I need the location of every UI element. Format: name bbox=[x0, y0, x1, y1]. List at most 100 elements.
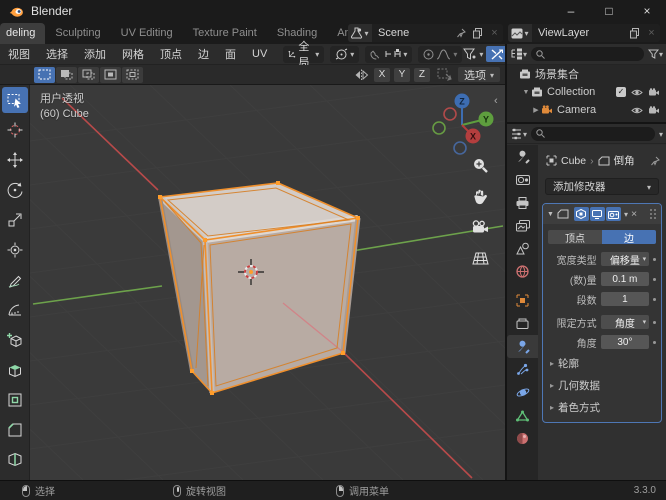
scene-browse-button[interactable] bbox=[348, 24, 372, 42]
gizmo-z-neg[interactable] bbox=[453, 141, 467, 155]
mirror-z-button[interactable]: Z bbox=[413, 67, 430, 82]
pivot-point-dropdown[interactable] bbox=[330, 45, 360, 63]
zoom-view-button[interactable] bbox=[468, 153, 492, 177]
sidebar-collapse-chevron[interactable]: ‹ bbox=[494, 95, 498, 107]
viewlayer-name-field[interactable]: ViewLayer bbox=[532, 24, 626, 42]
proportional-editing-controls[interactable] bbox=[418, 45, 463, 63]
toggle-perspective-button[interactable] bbox=[468, 246, 492, 270]
options-dropdown[interactable]: 选项 bbox=[457, 67, 500, 82]
tool-annotate[interactable] bbox=[1, 267, 28, 293]
tab-tool-properties[interactable] bbox=[507, 145, 538, 168]
animate-dot[interactable] bbox=[653, 297, 656, 301]
eye-icon[interactable] bbox=[631, 106, 643, 115]
menu-uv[interactable]: UV bbox=[244, 48, 275, 60]
menu-view[interactable]: 视图 bbox=[0, 46, 38, 62]
viewport-3d[interactable]: 用户透视 (60) Cube Z Y X ‹ bbox=[0, 85, 505, 480]
animate-dot[interactable] bbox=[653, 340, 656, 344]
tab-particle-properties[interactable] bbox=[507, 358, 538, 381]
menu-add[interactable]: 添加 bbox=[76, 46, 114, 62]
pin-icon[interactable] bbox=[650, 156, 660, 166]
menu-edge[interactable]: 边 bbox=[190, 46, 217, 62]
tool-select-box[interactable] bbox=[1, 87, 28, 113]
tool-move[interactable] bbox=[1, 147, 28, 173]
tool-extrude-region[interactable] bbox=[1, 357, 28, 383]
tab-shading[interactable]: Shading bbox=[267, 23, 327, 44]
menu-face[interactable]: 面 bbox=[217, 46, 244, 62]
tab-physics-properties[interactable] bbox=[507, 381, 538, 404]
affect-vertices-button[interactable]: 顶点 bbox=[548, 230, 602, 245]
maximize-button[interactable]: □ bbox=[590, 0, 628, 22]
new-viewlayer-icon[interactable] bbox=[626, 24, 643, 42]
menu-vertex[interactable]: 顶点 bbox=[152, 46, 190, 62]
select-mode-subtract-button[interactable] bbox=[78, 66, 99, 83]
amount-field[interactable]: 0.1 m bbox=[600, 272, 650, 286]
affect-edges-button[interactable]: 边 bbox=[602, 230, 656, 245]
tool-add-cube[interactable] bbox=[1, 327, 28, 353]
show-gizmo-icon[interactable] bbox=[462, 48, 476, 61]
mirror-x-button[interactable]: X bbox=[373, 67, 390, 82]
tool-transform[interactable] bbox=[1, 237, 28, 263]
tab-sculpting[interactable]: Sculpting bbox=[45, 23, 110, 44]
tool-loop-cut[interactable] bbox=[1, 447, 28, 473]
tab-output-properties[interactable] bbox=[507, 191, 538, 214]
menu-mesh[interactable]: 网格 bbox=[114, 46, 152, 62]
pan-view-button[interactable] bbox=[468, 184, 492, 208]
snapping-controls[interactable] bbox=[365, 45, 413, 63]
scene-name-field[interactable]: Scene bbox=[372, 24, 452, 42]
tab-viewlayer-properties[interactable] bbox=[507, 214, 538, 237]
tool-3d-cursor[interactable] bbox=[1, 117, 28, 143]
editor-type-outliner-icon[interactable] bbox=[510, 48, 523, 60]
tab-object-properties[interactable] bbox=[507, 289, 538, 312]
transform-orientation-dropdown[interactable]: 全局 bbox=[283, 41, 325, 69]
menu-select[interactable]: 选择 bbox=[38, 46, 76, 62]
outliner-row-camera[interactable]: ▶ Camera bbox=[507, 101, 666, 119]
section-profile[interactable]: 轮廓 bbox=[550, 356, 656, 371]
close-button[interactable]: × bbox=[628, 0, 666, 22]
pin-icon[interactable] bbox=[452, 24, 469, 42]
tool-measure[interactable] bbox=[1, 297, 28, 323]
modifier-close-icon[interactable]: × bbox=[631, 208, 637, 220]
unlink-scene-icon[interactable] bbox=[486, 24, 503, 42]
camera-restrict-icon[interactable] bbox=[648, 105, 660, 115]
outliner-row-scene-collection[interactable]: 场景集合 bbox=[507, 65, 666, 83]
properties-search-input[interactable] bbox=[531, 126, 655, 141]
tab-material-properties[interactable] bbox=[507, 427, 538, 450]
tool-bevel[interactable] bbox=[1, 417, 28, 443]
drag-handle-icon[interactable] bbox=[649, 208, 657, 220]
tab-texture-paint[interactable]: Texture Paint bbox=[183, 23, 267, 44]
add-modifier-button[interactable]: 添加修改器 bbox=[545, 178, 659, 195]
display-render-toggle[interactable] bbox=[605, 207, 621, 221]
minimize-button[interactable]: – bbox=[552, 0, 590, 22]
tool-rotate[interactable] bbox=[1, 177, 28, 203]
tab-collection-properties[interactable] bbox=[507, 312, 538, 335]
tool-scale[interactable] bbox=[1, 207, 28, 233]
outliner-search-input[interactable] bbox=[531, 47, 644, 61]
camera-view-button[interactable] bbox=[468, 215, 492, 239]
gizmo-x-neg[interactable] bbox=[443, 107, 457, 121]
section-shading[interactable]: 着色方式 bbox=[550, 400, 656, 415]
collapse-chevron-icon[interactable]: ▼ bbox=[547, 211, 554, 218]
disclosure-open-icon[interactable]: ▼ bbox=[521, 89, 531, 96]
tab-scene-properties[interactable] bbox=[507, 237, 538, 260]
outliner-row-collection[interactable]: ▼ Collection ✓ bbox=[507, 83, 666, 101]
tab-render-properties[interactable] bbox=[507, 168, 538, 191]
tab-modifier-properties[interactable] bbox=[507, 335, 538, 358]
new-scene-icon[interactable] bbox=[469, 24, 486, 42]
select-mode-invert-button[interactable] bbox=[100, 66, 121, 83]
viewlayer-browse-button[interactable] bbox=[508, 24, 532, 42]
modifier-extras-dropdown-icon[interactable] bbox=[624, 208, 628, 220]
width-type-dropdown[interactable]: 偏移量 bbox=[600, 252, 650, 267]
eye-icon[interactable] bbox=[631, 88, 643, 97]
display-realtime-toggle[interactable] bbox=[589, 207, 605, 221]
tab-uv-editing[interactable]: UV Editing bbox=[111, 23, 183, 44]
collection-checkbox[interactable]: ✓ bbox=[616, 87, 626, 97]
animate-dot[interactable] bbox=[653, 277, 656, 281]
editor-type-properties-icon[interactable] bbox=[510, 128, 523, 140]
segments-field[interactable]: 1 bbox=[600, 292, 650, 306]
limit-method-dropdown[interactable]: 角度 bbox=[600, 315, 650, 330]
mirror-y-button[interactable]: Y bbox=[393, 67, 410, 82]
display-in-editmode-toggle[interactable] bbox=[573, 207, 589, 221]
select-mode-intersect-button[interactable] bbox=[122, 66, 143, 83]
tab-world-properties[interactable] bbox=[507, 260, 538, 283]
breadcrumb-modifier[interactable]: 倒角 bbox=[614, 153, 635, 168]
